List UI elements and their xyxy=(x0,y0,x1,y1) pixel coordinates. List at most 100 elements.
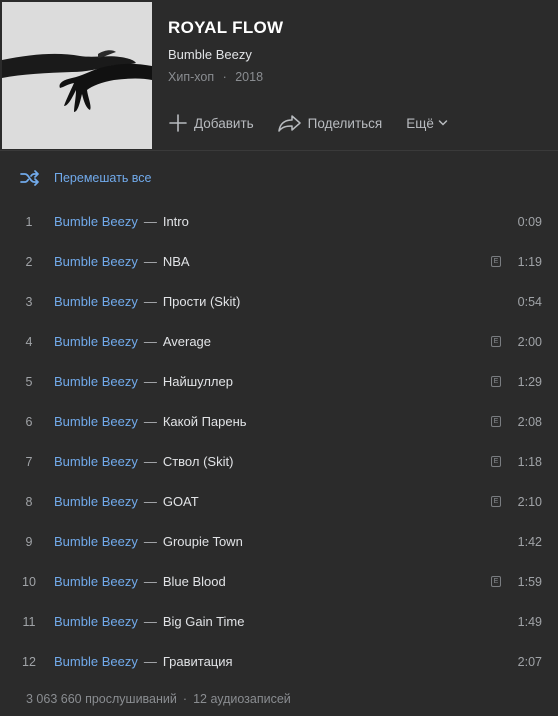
album-cover-image xyxy=(2,2,152,149)
track-artist-link[interactable]: Bumble Beezy xyxy=(54,334,138,349)
track-row[interactable]: 6 Bumble Beezy — Какой Парень E 2:08 xyxy=(0,402,558,442)
track-separator: — xyxy=(143,414,157,429)
track-artist-link[interactable]: Bumble Beezy xyxy=(54,534,138,549)
shuffle-all-label: Перемешать все xyxy=(54,171,152,185)
track-line: Bumble Beezy — Big Gain Time xyxy=(54,614,244,629)
album-cover[interactable] xyxy=(2,2,152,149)
track-artist-link[interactable]: Bumble Beezy xyxy=(54,494,138,509)
album-meta: Хип-хоп · 2018 xyxy=(168,70,263,84)
track-artist-link[interactable]: Bumble Beezy xyxy=(54,374,138,389)
track-duration: 1:42 xyxy=(517,535,542,549)
track-list: 1 Bumble Beezy — Intro 0:09 2 Bumble Beezy — NBA… xyxy=(0,202,558,682)
track-separator: — xyxy=(143,534,157,549)
track-title[interactable]: Прости (Skit) xyxy=(163,294,240,309)
track-line: Bumble Beezy — Average xyxy=(54,334,211,349)
album-title: ROYAL FLOW xyxy=(168,18,284,37)
explicit-icon: E xyxy=(491,336,501,347)
plus-icon xyxy=(169,114,187,132)
track-title[interactable]: Intro xyxy=(163,214,189,229)
album-artist-link[interactable]: Bumble Beezy xyxy=(168,47,252,62)
track-artist-link[interactable]: Bumble Beezy xyxy=(54,414,138,429)
album-year: 2018 xyxy=(235,70,264,84)
track-title[interactable]: Гравитация xyxy=(163,654,233,669)
track-artist-link[interactable]: Bumble Beezy xyxy=(54,214,138,229)
track-number: 6 xyxy=(25,415,33,429)
share-button[interactable]: Поделиться xyxy=(277,114,383,132)
track-separator: — xyxy=(143,454,157,469)
track-row[interactable]: 4 Bumble Beezy — Average E 2:00 xyxy=(0,322,558,362)
track-duration: 0:09 xyxy=(517,215,542,229)
album-actions: Добавить Поделиться Ещё xyxy=(168,112,448,134)
explicit-icon: E xyxy=(491,496,501,507)
track-number: 3 xyxy=(25,295,33,309)
track-line: Bumble Beezy — Ствол (Skit) xyxy=(54,454,233,469)
track-row[interactable]: 8 Bumble Beezy — GOAT E 2:10 xyxy=(0,482,558,522)
track-artist-link[interactable]: Bumble Beezy xyxy=(54,254,138,269)
track-title[interactable]: Ствол (Skit) xyxy=(163,454,234,469)
track-title[interactable]: Найшуллер xyxy=(163,374,233,389)
track-line: Bumble Beezy — Intro xyxy=(54,214,189,229)
track-duration: 2:07 xyxy=(517,655,542,669)
track-separator: — xyxy=(143,494,157,509)
track-artist-link[interactable]: Bumble Beezy xyxy=(54,454,138,469)
track-title[interactable]: NBA xyxy=(163,254,190,269)
track-duration: 2:10 xyxy=(517,495,542,509)
track-line: Bumble Beezy — NBA xyxy=(54,254,190,269)
meta-separator: · xyxy=(222,70,227,84)
track-title[interactable]: Big Gain Time xyxy=(163,614,245,629)
track-row[interactable]: 2 Bumble Beezy — NBA E 1:19 xyxy=(0,242,558,282)
track-duration: 0:54 xyxy=(517,295,542,309)
track-number: 7 xyxy=(25,455,33,469)
play-count: 3 063 660 прослушиваний xyxy=(26,692,177,706)
track-title[interactable]: Groupie Town xyxy=(163,534,243,549)
track-row[interactable]: 12 Bumble Beezy — Гравитация 2:07 xyxy=(0,642,558,682)
track-row[interactable]: 3 Bumble Beezy — Прости (Skit) 0:54 xyxy=(0,282,558,322)
album-genre[interactable]: Хип-хоп xyxy=(168,70,214,84)
track-row[interactable]: 7 Bumble Beezy — Ствол (Skit) E 1:18 xyxy=(0,442,558,482)
track-artist-link[interactable]: Bumble Beezy xyxy=(54,294,138,309)
track-separator: — xyxy=(143,574,157,589)
track-number: 4 xyxy=(25,335,33,349)
track-duration: 1:29 xyxy=(517,375,542,389)
stats-separator: · xyxy=(182,692,188,706)
track-artist-link[interactable]: Bumble Beezy xyxy=(54,574,138,589)
track-number: 2 xyxy=(25,255,33,269)
track-row[interactable]: 10 Bumble Beezy — Blue Blood E 1:59 xyxy=(0,562,558,602)
track-number: 11 xyxy=(22,615,36,629)
track-line: Bumble Beezy — Blue Blood xyxy=(54,574,226,589)
more-button-label: Ещё xyxy=(406,115,434,131)
add-button-label: Добавить xyxy=(194,115,254,131)
track-line: Bumble Beezy — Какой Парень xyxy=(54,414,247,429)
more-button[interactable]: Ещё xyxy=(406,116,448,131)
track-duration: 1:49 xyxy=(517,615,542,629)
explicit-icon: E xyxy=(491,576,501,587)
track-number: 1 xyxy=(25,215,33,229)
share-arrow-icon xyxy=(277,115,301,132)
track-title[interactable]: Average xyxy=(163,334,211,349)
track-artist-link[interactable]: Bumble Beezy xyxy=(54,614,138,629)
track-title[interactable]: Какой Парень xyxy=(163,414,247,429)
explicit-icon: E xyxy=(491,416,501,427)
album-stats: 3 063 660 прослушиваний · 12 аудиозаписей xyxy=(26,692,291,706)
track-duration: 1:18 xyxy=(517,455,542,469)
track-separator: — xyxy=(143,334,157,349)
track-number: 9 xyxy=(25,535,33,549)
explicit-icon: E xyxy=(491,376,501,387)
track-duration: 2:00 xyxy=(517,335,542,349)
track-row[interactable]: 1 Bumble Beezy — Intro 0:09 xyxy=(0,202,558,242)
track-line: Bumble Beezy — Прости (Skit) xyxy=(54,294,240,309)
track-duration: 2:08 xyxy=(517,415,542,429)
track-row[interactable]: 11 Bumble Beezy — Big Gain Time 1:49 xyxy=(0,602,558,642)
track-title[interactable]: GOAT xyxy=(163,494,199,509)
track-duration: 1:59 xyxy=(517,575,542,589)
track-separator: — xyxy=(143,214,157,229)
track-row[interactable]: 9 Bumble Beezy — Groupie Town 1:42 xyxy=(0,522,558,562)
track-line: Bumble Beezy — Groupie Town xyxy=(54,534,243,549)
share-button-label: Поделиться xyxy=(307,115,383,131)
shuffle-all-button[interactable]: Перемешать все xyxy=(20,170,152,186)
track-row[interactable]: 5 Bumble Beezy — Найшуллер E 1:29 xyxy=(0,362,558,402)
track-title[interactable]: Blue Blood xyxy=(163,574,226,589)
track-artist-link[interactable]: Bumble Beezy xyxy=(54,654,138,669)
add-button[interactable]: Добавить xyxy=(168,113,254,133)
track-count: 12 аудиозаписей xyxy=(193,692,291,706)
